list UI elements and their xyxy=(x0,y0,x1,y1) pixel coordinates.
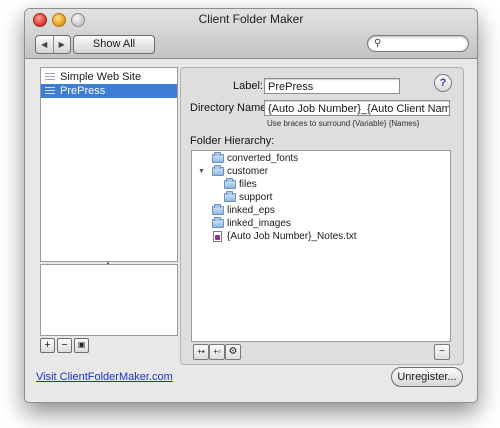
label-field-label: Label: xyxy=(233,80,263,92)
list-item-label: Simple Web Site xyxy=(60,71,142,83)
list-item-icon xyxy=(45,87,55,95)
directory-name-hint: Use braces to surround {Variable} {Names… xyxy=(267,119,420,128)
directory-name-input[interactable]: {Auto Job Number}_{Auto Client Name} xyxy=(264,100,450,116)
folder-icon xyxy=(212,165,224,176)
tree-row-label: {Auto Job Number}_Notes.txt xyxy=(227,231,357,242)
text-file-icon xyxy=(213,231,222,242)
tree-row-label: linked_images xyxy=(227,218,291,229)
gear-icon[interactable]: ⚙ xyxy=(225,344,241,360)
show-all-button[interactable]: Show All xyxy=(73,35,155,54)
folder-icon xyxy=(224,191,236,202)
client-action-button[interactable]: ▣ xyxy=(74,338,89,353)
directory-name-label: Directory Name: xyxy=(190,102,270,114)
client-list[interactable]: Simple Web Site PrePress xyxy=(40,67,178,262)
tree-row-label: support xyxy=(239,192,273,203)
tree-row-label: linked_eps xyxy=(227,205,275,216)
list-item[interactable]: Simple Web Site xyxy=(41,70,177,84)
folder-hierarchy-label: Folder Hierarchy: xyxy=(190,135,275,147)
website-link[interactable]: Visit ClientFolderMaker.com xyxy=(36,371,173,383)
detail-panel: Label: PrePress ? Directory Name: {Auto … xyxy=(180,67,464,365)
label-input[interactable]: PrePress xyxy=(264,78,400,94)
add-client-button[interactable]: + xyxy=(40,338,55,353)
unregister-button[interactable]: Unregister... xyxy=(391,367,463,387)
list-item-icon xyxy=(45,73,55,81)
back-icon[interactable]: ◀ xyxy=(36,36,54,53)
remove-client-button[interactable]: − xyxy=(57,338,72,353)
list-item-label: PrePress xyxy=(60,85,106,97)
disclosure-triangle-icon[interactable]: ▼ xyxy=(198,166,205,178)
add-folder-button[interactable]: +▪ xyxy=(193,344,209,360)
folder-icon xyxy=(212,204,224,215)
title-bar: Client Folder Maker ◀ ▶ Show All ⚲ xyxy=(25,9,477,59)
nav-back-forward: ◀ ▶ xyxy=(35,35,71,54)
tree-row-label: converted_fonts xyxy=(227,153,299,164)
folder-icon xyxy=(212,152,224,163)
tree-row-label: customer xyxy=(227,166,269,177)
remove-item-button[interactable]: − xyxy=(434,344,450,360)
folder-hierarchy-tree[interactable]: converted_fonts ▼ customer files support… xyxy=(191,150,451,342)
help-button[interactable]: ? xyxy=(434,74,452,92)
tree-row-label: files xyxy=(239,179,257,190)
forward-icon[interactable]: ▶ xyxy=(54,36,71,53)
folder-icon xyxy=(212,217,224,228)
app-window: Client Folder Maker ◀ ▶ Show All ⚲ Simpl… xyxy=(24,8,478,403)
search-input[interactable]: ⚲ xyxy=(367,35,469,52)
list-item-selected[interactable]: PrePress xyxy=(41,84,177,98)
window-title: Client Folder Maker xyxy=(198,12,304,26)
secondary-list[interactable] xyxy=(40,264,178,336)
search-icon: ⚲ xyxy=(374,38,382,49)
folder-icon xyxy=(224,178,236,189)
add-file-button[interactable]: +▫ xyxy=(209,344,225,360)
